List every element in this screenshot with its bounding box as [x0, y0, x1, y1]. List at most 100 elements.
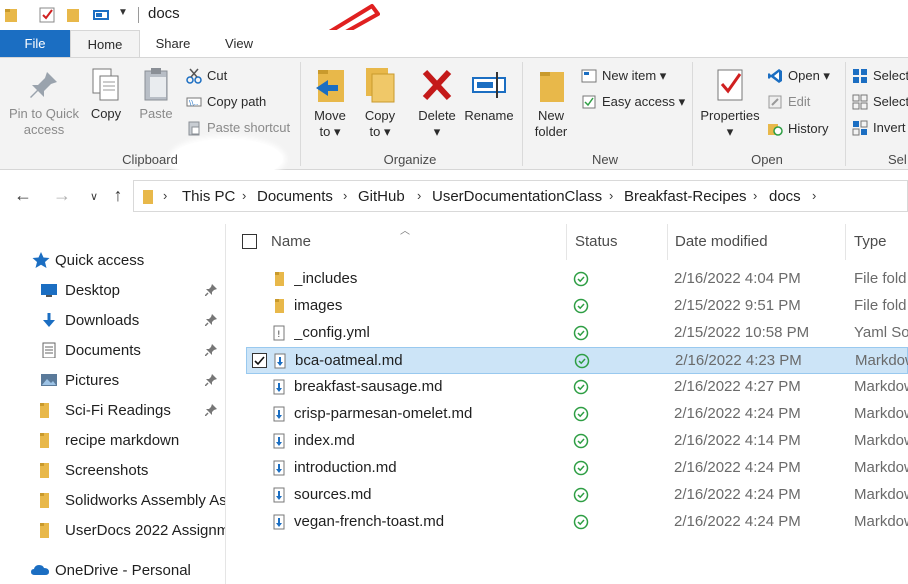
sidebar-item[interactable]: Documents — [0, 336, 225, 364]
back-arrow-icon[interactable]: ← — [11, 185, 35, 206]
tab-share[interactable]: Share — [145, 30, 201, 57]
copy-path-button[interactable]: \\.. Copy path — [186, 91, 266, 113]
file-date-modified: 2/16/2022 4:14 PM — [674, 432, 801, 449]
breadcrumb-chevron-icon[interactable]: › — [753, 188, 757, 203]
file-row[interactable]: sources.md 2/16/2022 4:24 PM Markdow — [246, 482, 908, 509]
open-button[interactable]: Open ▾ — [767, 65, 830, 87]
column-divider[interactable] — [667, 224, 668, 260]
column-header-name[interactable]: Name — [271, 224, 561, 260]
file-row[interactable]: vegan-french-toast.md 2/16/2022 4:24 PM Ma… — [246, 509, 908, 536]
pin-icon[interactable] — [205, 284, 217, 296]
file-type: Markdow — [854, 513, 908, 530]
history-button[interactable]: History — [767, 118, 828, 140]
pin-icon[interactable] — [205, 344, 217, 356]
breadcrumb-this-pc[interactable]: This PC — [182, 188, 235, 205]
copy-path-icon: \\.. — [186, 97, 202, 107]
copy-to-button[interactable]: Copy to ▾ — [358, 66, 402, 140]
paste-shortcut-button[interactable]: Paste shortcut — [186, 117, 290, 139]
column-header-type[interactable]: Type — [854, 224, 908, 260]
breadcrumb-breakfast-recipes[interactable]: Breakfast-Recipes — [624, 188, 747, 205]
breadcrumb-userdocumentationclass[interactable]: UserDocumentationClass — [432, 188, 602, 205]
sidebar-item[interactable]: UserDocs 2022 Assignm — [0, 516, 225, 544]
select-all-button[interactable]: Select — [852, 65, 908, 87]
edit-button[interactable]: Edit — [767, 91, 810, 113]
forward-arrow-icon[interactable]: → — [50, 185, 74, 206]
checkmark-icon — [254, 356, 265, 366]
select-none-button[interactable]: Select — [852, 91, 908, 113]
properties-check-icon[interactable] — [38, 6, 56, 24]
file-row[interactable]: bca-oatmeal.md 2/16/2022 4:23 PM Markdow — [246, 347, 908, 374]
file-row[interactable]: crisp-parmesan-omelet.md 2/16/2022 4:24 P… — [246, 401, 908, 428]
column-divider[interactable] — [566, 224, 567, 260]
select-all-checkbox[interactable] — [242, 234, 257, 249]
file-row[interactable]: introduction.md 2/16/2022 4:24 PM Markdow — [246, 455, 908, 482]
address-bar[interactable]: › This PC › Documents › GitHub › UserDoc… — [133, 180, 908, 212]
delete-x-icon — [422, 69, 452, 101]
rename-button[interactable]: Rename — [464, 66, 514, 124]
file-date-modified: 2/16/2022 4:04 PM — [674, 270, 801, 287]
row-checkbox[interactable] — [252, 353, 267, 368]
breadcrumb-github[interactable]: GitHub — [358, 188, 405, 205]
sync-status-ok-icon — [573, 406, 589, 422]
breadcrumb-chevron-icon[interactable]: › — [812, 188, 816, 203]
tab-home[interactable]: Home — [70, 30, 140, 58]
breadcrumb-chevron-icon[interactable]: › — [242, 188, 246, 203]
pin-to-quick-access-button[interactable]: Pin to Quick access — [6, 68, 82, 138]
customize-toolbar-chevron-icon[interactable]: ▼ — [118, 7, 128, 18]
column-header-status[interactable]: Status — [575, 224, 665, 260]
nav-onedrive[interactable]: OneDrive - Personal — [0, 556, 225, 584]
file-name: bca-oatmeal.md — [295, 352, 403, 369]
new-folder-button[interactable]: New folder — [528, 66, 574, 140]
tab-file[interactable]: File — [0, 30, 70, 57]
rename-icon[interactable] — [92, 6, 112, 24]
file-row[interactable]: ! _config.yml 2/15/2022 10:58 PM Yaml So — [246, 320, 908, 347]
folder-icon[interactable] — [4, 6, 18, 24]
easy-access-button[interactable]: Easy access ▾ — [581, 91, 685, 113]
move-to-button[interactable]: Move to ▾ — [308, 66, 352, 140]
recent-locations-chevron-icon[interactable]: ∨ — [82, 190, 106, 203]
column-header-date-modified[interactable]: Date modified — [675, 224, 845, 260]
copy-button[interactable]: Copy — [86, 66, 126, 122]
file-row[interactable]: breakfast-sausage.md 2/16/2022 4:27 PM Mar… — [246, 374, 908, 401]
paste-button[interactable]: Paste — [135, 66, 177, 122]
new-folder-icon — [540, 72, 564, 102]
invert-selection-button[interactable]: Invert — [852, 117, 906, 139]
sidebar-item[interactable]: Pictures — [0, 366, 225, 394]
properties-button[interactable]: Properties ▾ — [697, 66, 763, 140]
sync-status-ok-icon — [573, 514, 589, 530]
sidebar-item[interactable]: Screenshots — [0, 456, 225, 484]
tab-view[interactable]: View — [210, 30, 268, 57]
file-row[interactable]: images 2/15/2022 9:51 PM File fold — [246, 293, 908, 320]
select-none-icon — [852, 94, 868, 110]
file-row[interactable]: index.md 2/16/2022 4:14 PM Markdow — [246, 428, 908, 455]
breadcrumb-chevron-icon[interactable]: › — [163, 188, 167, 203]
folder-icon — [40, 463, 49, 478]
sidebar-item[interactable]: Desktop — [0, 276, 225, 304]
sidebar-item[interactable]: Solidworks Assembly As — [0, 486, 225, 514]
file-date-modified: 2/16/2022 4:24 PM — [674, 513, 801, 530]
cut-label: Cut — [207, 68, 228, 83]
breadcrumb-chevron-icon[interactable]: › — [417, 188, 421, 203]
pin-icon[interactable] — [205, 314, 217, 326]
sidebar-item[interactable]: recipe markdown — [0, 426, 225, 454]
column-divider[interactable] — [845, 224, 846, 260]
breadcrumb-docs[interactable]: docs — [769, 188, 801, 205]
file-type: Yaml So — [854, 324, 908, 341]
up-arrow-icon[interactable]: ↑ — [106, 185, 130, 206]
group-separator — [300, 62, 301, 166]
file-row[interactable]: _includes 2/16/2022 4:04 PM File fold — [246, 266, 908, 293]
new-item-button[interactable]: New item ▾ — [581, 65, 666, 87]
sidebar-item[interactable]: Downloads — [0, 306, 225, 334]
delete-button[interactable]: Delete ▾ — [414, 66, 460, 140]
cut-button[interactable]: Cut — [186, 65, 227, 87]
pin-icon[interactable] — [205, 374, 217, 386]
sidebar-item[interactable]: Sci-Fi Readings — [0, 396, 225, 424]
edit-label: Edit — [788, 94, 811, 109]
breadcrumb-chevron-icon[interactable]: › — [609, 188, 613, 203]
nav-quick-access[interactable]: Quick access — [0, 246, 225, 274]
breadcrumb-documents[interactable]: Documents — [257, 188, 333, 205]
paste-icon — [144, 68, 168, 101]
pin-icon[interactable] — [205, 404, 217, 416]
breadcrumb-chevron-icon[interactable]: › — [343, 188, 347, 203]
new-folder-icon[interactable] — [66, 6, 80, 24]
